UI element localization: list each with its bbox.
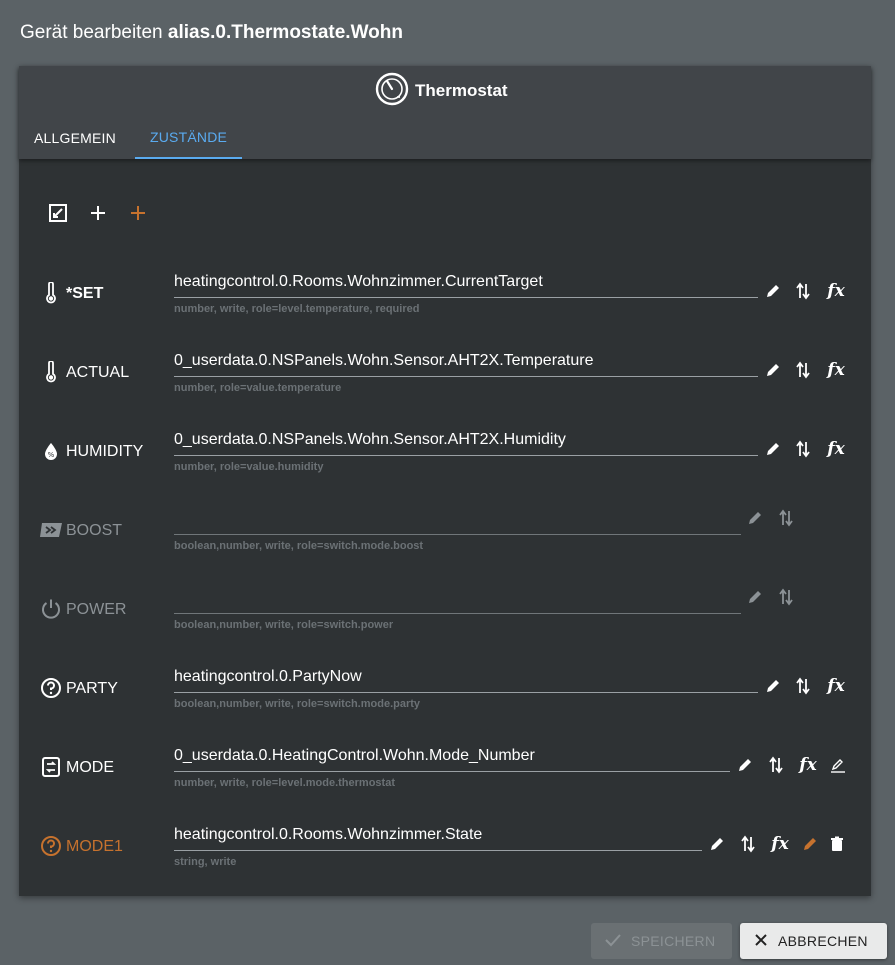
state-name: BOOST	[66, 522, 123, 539]
check-icon	[605, 933, 621, 950]
state-hint: number, write, role=level.mode.thermosta…	[174, 777, 395, 789]
function-fx-icon[interactable]: fx	[797, 754, 819, 776]
help-circle-icon	[39, 834, 63, 858]
function-fx-icon[interactable]: fx	[825, 438, 847, 460]
boost-icon	[39, 518, 63, 542]
state-id-value: heatingcontrol.0.Rooms.Wohnzimmer.Curren…	[174, 273, 543, 290]
edit-pencil-icon[interactable]	[734, 754, 756, 776]
save-button[interactable]: SPEICHERN	[591, 923, 732, 959]
state-id-value: 0_userdata.0.NSPanels.Wohn.Sensor.AHT2X.…	[174, 352, 594, 369]
read-write-arrows-icon[interactable]	[792, 438, 814, 460]
state-id-input[interactable]: 0_userdata.0.NSPanels.Wohn.Sensor.AHT2X.…	[174, 348, 758, 377]
edit-card: Thermostat ALLGEMEIN ZUSTÄNDE *SET heati…	[19, 66, 871, 896]
device-type-title: Thermostat	[415, 81, 508, 100]
device-title: Thermostat	[375, 72, 508, 111]
add-state-icon[interactable]	[87, 202, 109, 224]
state-row-power: POWER boolean,number, write, role=switch…	[19, 588, 871, 657]
state-hint: boolean,number, write, role=switch.power	[174, 619, 394, 631]
state-id-input[interactable]: heatingcontrol.0.Rooms.Wohnzimmer.State	[174, 822, 702, 851]
edit-pencil-icon[interactable]	[762, 280, 784, 302]
dialog-title-prefix: Gerät bearbeiten	[20, 22, 163, 43]
state-name: MODE1	[66, 838, 123, 855]
power-icon	[39, 597, 63, 621]
state-id-input[interactable]: heatingcontrol.0.PartyNow	[174, 664, 758, 693]
read-write-arrows-icon[interactable]	[792, 675, 814, 697]
read-write-arrows-icon[interactable]	[792, 359, 814, 381]
tab-zustaende[interactable]: ZUSTÄNDE	[135, 116, 243, 159]
tab-allgemein[interactable]: ALLGEMEIN	[19, 116, 131, 159]
function-fx-icon[interactable]: fx	[825, 675, 847, 697]
state-id-value: 0_userdata.0.NSPanels.Wohn.Sensor.AHT2X.…	[174, 431, 566, 448]
state-row-humidity: % HUMIDITY 0_userdata.0.NSPanels.Wohn.Se…	[19, 431, 871, 499]
state-id-input[interactable]: heatingcontrol.0.Rooms.Wohnzimmer.Curren…	[174, 269, 758, 298]
state-name: PARTY	[66, 680, 118, 697]
card-header: Thermostat ALLGEMEIN ZUSTÄNDE	[19, 66, 871, 159]
state-name: MODE	[66, 759, 114, 776]
close-icon	[754, 933, 768, 950]
state-hint: number, role=value.temperature	[174, 382, 342, 394]
state-row-mode: MODE 0_userdata.0.HeatingControl.Wohn.Mo…	[19, 747, 871, 815]
thermostat-icon	[375, 72, 409, 111]
state-hint: boolean,number, write, role=switch.mode.…	[174, 540, 424, 552]
water-percent-icon: %	[39, 439, 63, 463]
state-id-input[interactable]	[174, 585, 741, 614]
states-toolbar	[47, 202, 149, 224]
function-fx-icon[interactable]: fx	[825, 359, 847, 381]
state-row-actual: ACTUAL 0_userdata.0.NSPanels.Wohn.Sensor…	[19, 352, 871, 420]
rename-pencil-icon[interactable]	[827, 754, 849, 776]
add-custom-state-icon[interactable]	[127, 202, 149, 224]
edit-pencil-icon[interactable]	[706, 833, 728, 855]
state-id-value: 0_userdata.0.HeatingControl.Wohn.Mode_Nu…	[174, 747, 535, 764]
state-row-mode1: MODE1 heatingcontrol.0.Rooms.Wohnzimmer.…	[19, 826, 871, 894]
state-id-input[interactable]: 0_userdata.0.HeatingControl.Wohn.Mode_Nu…	[174, 743, 730, 772]
state-name: HUMIDITY	[66, 443, 144, 460]
read-write-arrows-icon[interactable]	[792, 280, 814, 302]
edit-pencil-icon[interactable]	[762, 675, 784, 697]
read-write-arrows-icon[interactable]	[775, 507, 797, 529]
dialog-title-id: alias.0.Thermostate.Wohn	[167, 22, 403, 43]
state-id-value: heatingcontrol.0.Rooms.Wohnzimmer.State	[174, 826, 483, 843]
delete-trash-icon[interactable]	[826, 833, 848, 855]
edit-pencil-icon[interactable]	[762, 359, 784, 381]
mode-swap-icon	[39, 755, 63, 779]
edit-pencil-icon[interactable]	[762, 438, 784, 460]
read-write-arrows-icon[interactable]	[775, 586, 797, 608]
state-hint: number, write, role=level.temperature, r…	[174, 303, 420, 315]
svg-text:%: %	[48, 451, 55, 459]
state-hint: boolean,number, write, role=switch.mode.…	[174, 698, 421, 710]
read-write-arrows-icon[interactable]	[737, 833, 759, 855]
state-hint: string, write	[174, 856, 237, 868]
state-id-value: heatingcontrol.0.PartyNow	[174, 668, 362, 685]
function-fx-icon[interactable]: fx	[825, 280, 847, 302]
function-fx-icon[interactable]: fx	[769, 833, 791, 855]
state-row-boost: BOOST boolean,number, write, role=switch…	[19, 509, 871, 578]
help-circle-icon	[39, 676, 63, 700]
state-name: POWER	[66, 601, 127, 618]
state-row-set: *SET heatingcontrol.0.Rooms.Wohnzimmer.C…	[19, 273, 871, 341]
edit-pencil-icon[interactable]	[744, 507, 766, 529]
cancel-label: ABBRECHEN	[778, 933, 868, 949]
edit-pencil-icon[interactable]	[744, 586, 766, 608]
cancel-button[interactable]: ABBRECHEN	[740, 923, 887, 959]
state-name: *SET	[66, 285, 104, 302]
edit-custom-pencil-icon[interactable]	[799, 833, 821, 855]
thermometer-icon	[39, 281, 63, 305]
state-hint: number, role=value.humidity	[174, 461, 324, 473]
thermometer-icon	[39, 360, 63, 384]
dialog-title: Gerät bearbeiten alias.0.Thermostate.Woh…	[20, 22, 403, 44]
state-id-input[interactable]: 0_userdata.0.NSPanels.Wohn.Sensor.AHT2X.…	[174, 427, 758, 456]
state-name: ACTUAL	[66, 364, 130, 381]
state-row-party: PARTY heatingcontrol.0.PartyNow boolean,…	[19, 668, 871, 736]
save-label: SPEICHERN	[631, 933, 716, 949]
expand-icon[interactable]	[47, 202, 69, 224]
read-write-arrows-icon[interactable]	[765, 754, 787, 776]
state-id-input[interactable]	[174, 506, 741, 535]
